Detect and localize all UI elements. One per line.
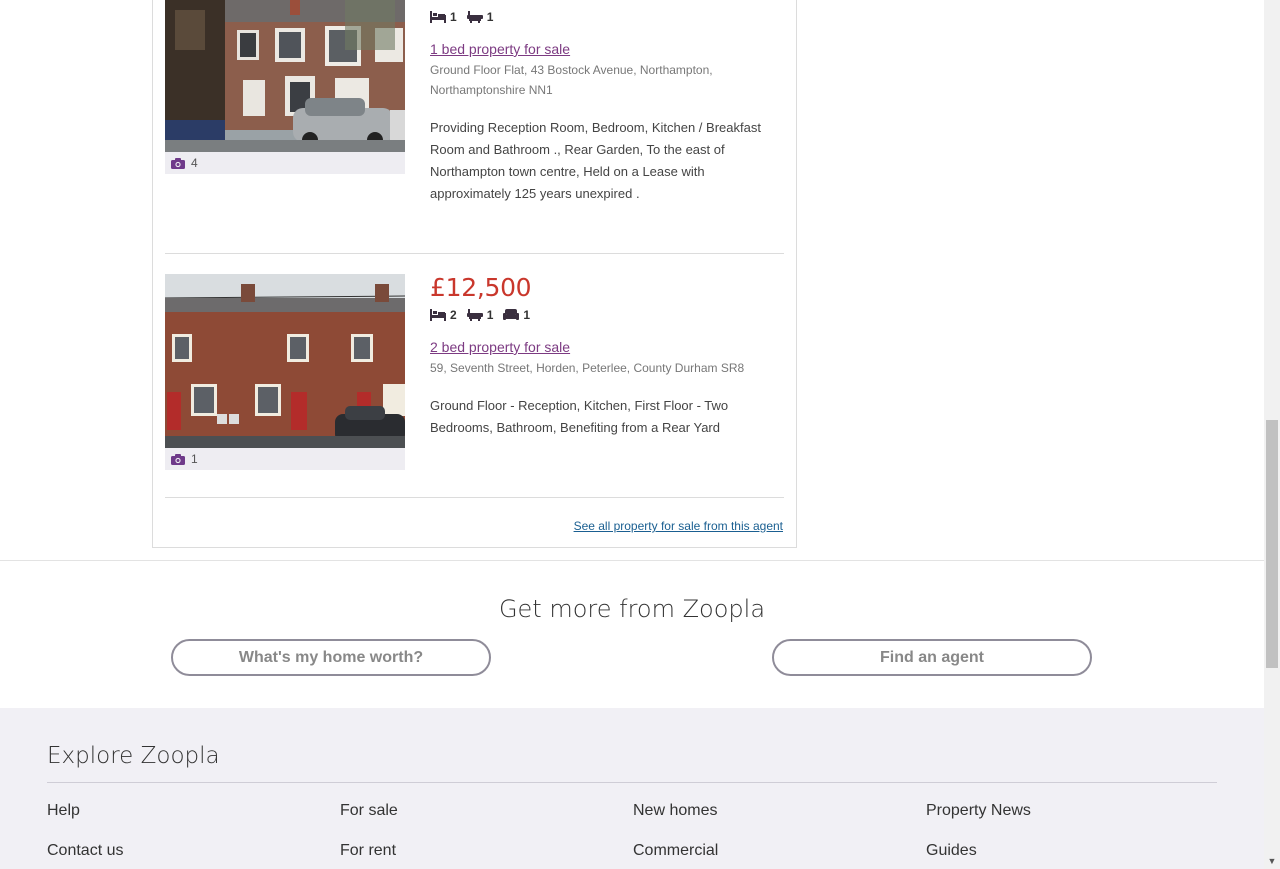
bathrooms: 1 (466, 308, 494, 322)
listing-address: 59, Seventh Street, Horden, Peterlee, Co… (430, 361, 745, 375)
listing-title-link[interactable]: 2 bed property for sale (430, 339, 570, 355)
bed-icon (430, 309, 446, 321)
see-all-agent-property-link[interactable]: See all property for sale from this agen… (574, 519, 783, 533)
listing-thumbnail[interactable]: 4 (165, 0, 405, 174)
bedrooms-count: 1 (450, 10, 457, 24)
footer: Explore Zoopla Help Contact us For sale … (0, 708, 1264, 869)
scrollbar-thumb[interactable] (1266, 420, 1278, 668)
listing-description: Ground Floor - Reception, Kitchen, First… (430, 398, 729, 435)
find-agent-button[interactable]: Find an agent (772, 639, 1092, 676)
scroll-down-arrow-icon[interactable]: ▼ (1264, 853, 1280, 869)
listing-price: £12,500 (430, 273, 532, 302)
footer-divider (47, 782, 1217, 783)
bed-icon (430, 11, 446, 23)
listing-amenities: 1 1 (430, 8, 770, 26)
listing-description: Providing Reception Room, Bedroom, Kitch… (430, 120, 761, 201)
listing-info: £12,500 2 1 1 2 bed property for sale 59… (430, 274, 770, 439)
sofa-icon (503, 309, 520, 320)
footer-link-property-news[interactable]: Property News (926, 802, 1031, 820)
camera-icon (171, 453, 185, 465)
footer-link-commercial[interactable]: Commercial (633, 842, 718, 860)
bathrooms: 1 (466, 10, 494, 24)
listing-amenities: 2 1 1 (430, 306, 770, 324)
camera-icon (171, 157, 185, 169)
page: 4 1 1 1 bed property for sale Ground Flo… (0, 0, 1280, 869)
photo-count-value: 4 (191, 156, 198, 170)
receptions: 1 (503, 308, 530, 322)
bathrooms-count: 1 (486, 308, 494, 322)
receptions-count: 1 (523, 308, 531, 322)
footer-link-contact-us[interactable]: Contact us (47, 842, 123, 860)
listing-address: Ground Floor Flat, 43 Bostock Avenue, No… (430, 63, 713, 97)
listing-thumbnail[interactable]: 1 (165, 274, 405, 470)
bedrooms-count: 2 (450, 308, 457, 322)
photo-count-value: 1 (191, 452, 198, 466)
listing-title-link[interactable]: 1 bed property for sale (430, 41, 570, 57)
photo-count: 4 (165, 152, 405, 174)
listing-divider (165, 497, 784, 498)
bedrooms: 1 (430, 10, 457, 24)
footer-link-new-homes[interactable]: New homes (633, 802, 717, 820)
bath-icon (466, 11, 483, 23)
get-more-section: Get more from Zoopla What's my home wort… (0, 561, 1264, 708)
property-photo[interactable] (165, 274, 405, 448)
property-photo[interactable] (165, 0, 405, 152)
footer-link-help[interactable]: Help (47, 802, 80, 820)
photo-count: 1 (165, 448, 405, 470)
bedrooms: 2 (430, 308, 457, 322)
footer-link-guides[interactable]: Guides (926, 842, 977, 860)
listing-divider (165, 253, 784, 254)
bathrooms-count: 1 (486, 10, 494, 24)
footer-link-for-sale[interactable]: For sale (340, 802, 398, 820)
footer-link-for-rent[interactable]: For rent (340, 842, 396, 860)
agent-listings-card: 4 1 1 1 bed property for sale Ground Flo… (152, 0, 797, 548)
bath-icon (466, 309, 483, 321)
footer-title: Explore Zoopla (47, 743, 220, 769)
get-more-title: Get more from Zoopla (498, 595, 766, 623)
listing-info: 1 1 1 bed property for sale Ground Floor… (430, 0, 770, 205)
vertical-scrollbar[interactable]: ▼ (1264, 0, 1280, 869)
home-worth-button[interactable]: What's my home worth? (171, 639, 491, 676)
